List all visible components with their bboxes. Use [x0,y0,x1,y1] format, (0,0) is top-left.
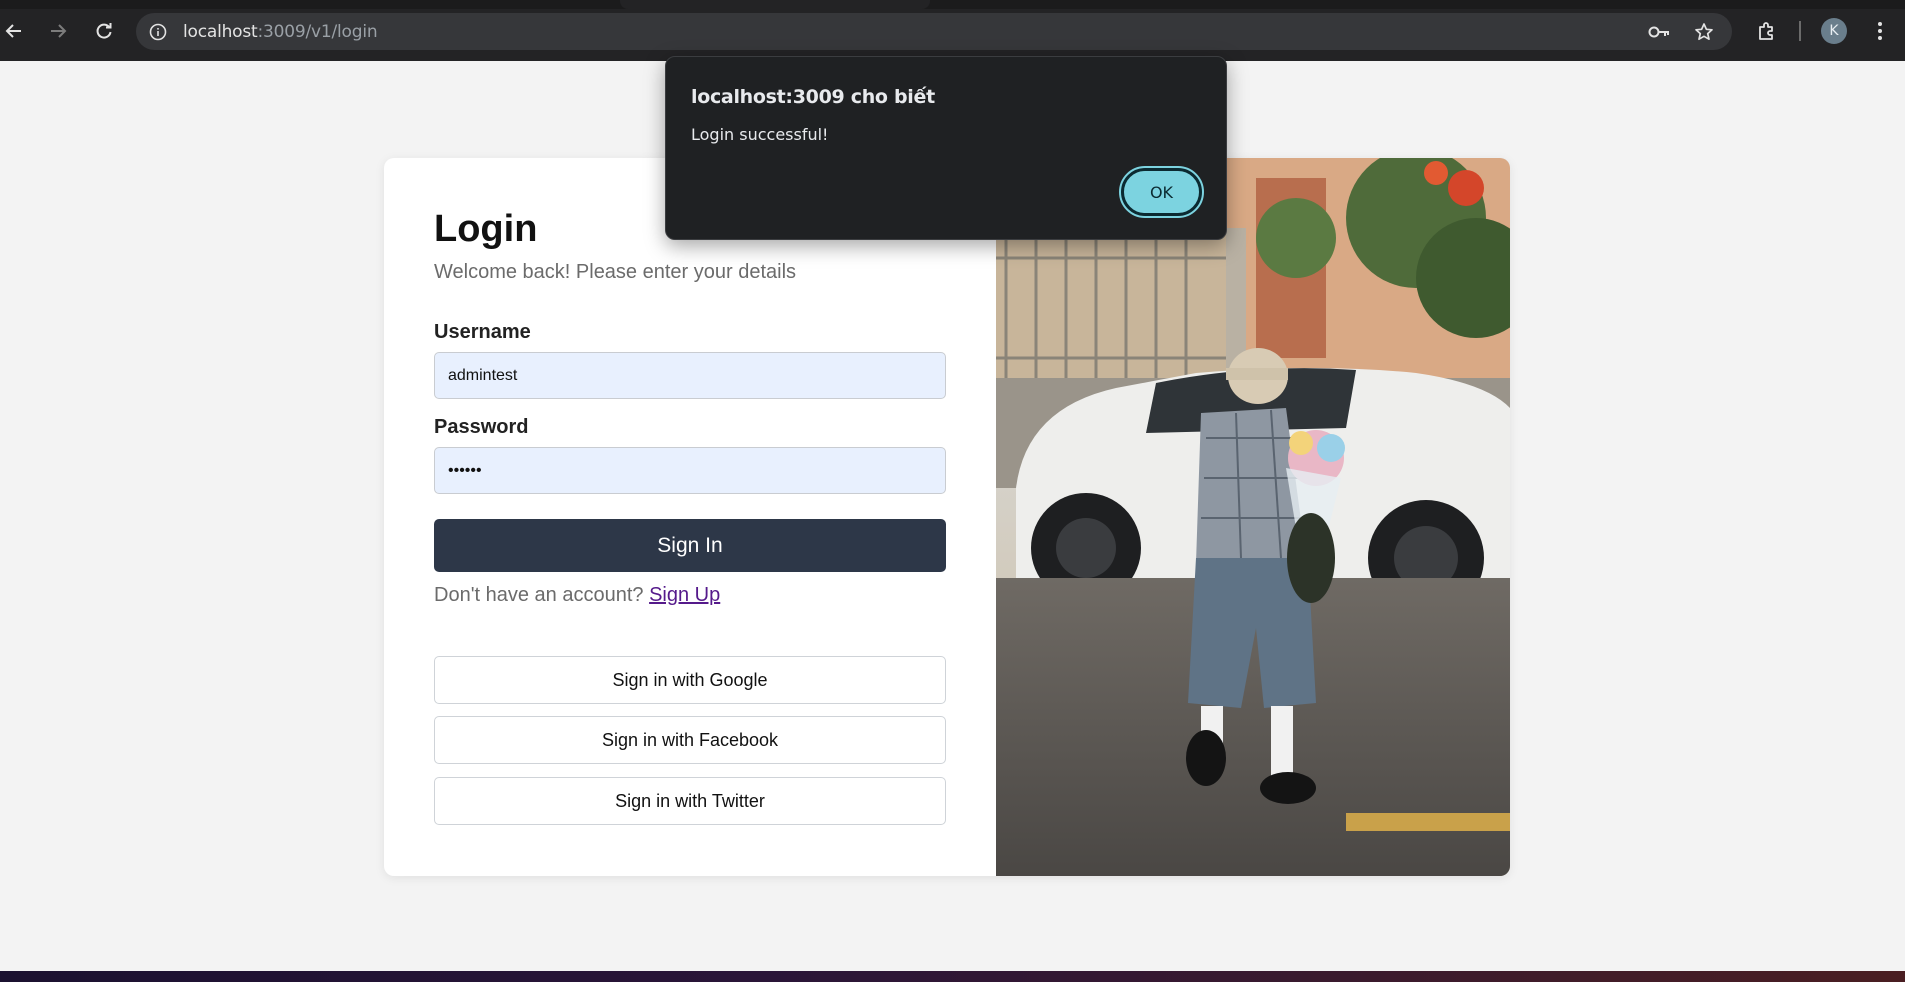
alert-ok-button[interactable]: OK [1119,166,1204,218]
url-text[interactable]: localhost:3009/v1/login [183,22,378,42]
extensions-icon[interactable] [1753,17,1781,45]
alert-message: Login successful! [691,125,829,144]
login-photo [996,158,1510,876]
tab-strip [0,0,1905,9]
page-title: Login [434,208,538,250]
url-path: :3009/v1/login [257,22,378,42]
no-account-text: Don't have an account? [434,584,644,606]
address-bar[interactable]: localhost:3009/v1/login [136,13,1732,50]
google-signin-button[interactable]: Sign in with Google [434,656,946,704]
password-key-icon[interactable] [1648,21,1670,43]
back-arrow-icon[interactable] [0,17,28,45]
login-form: Login Welcome back! Please enter your de… [384,158,996,876]
reload-icon[interactable] [90,17,118,45]
page-subtitle: Welcome back! Please enter your details [434,261,797,283]
login-card: Login Welcome back! Please enter your de… [384,158,1510,876]
browser-toolbar: localhost:3009/v1/login K [0,0,1905,61]
alert-dialog: localhost:3009 cho biết Login successful… [665,56,1227,240]
signup-prompt: Don't have an account? Sign Up [434,584,720,607]
username-input[interactable] [434,352,946,399]
sign-up-link[interactable]: Sign Up [649,584,720,606]
alert-title: localhost:3009 cho biết [691,86,935,108]
password-input[interactable] [434,447,946,494]
facebook-signin-button[interactable]: Sign in with Facebook [434,716,946,764]
street-photo-illustration [996,158,1510,876]
bookmark-star-icon[interactable] [1693,21,1715,43]
forward-arrow-icon[interactable] [44,17,72,45]
active-tab-edge [620,0,930,9]
profile-avatar[interactable]: K [1821,18,1847,44]
kebab-menu-icon[interactable] [1866,17,1894,45]
password-label: Password [434,416,529,438]
twitter-signin-button[interactable]: Sign in with Twitter [434,777,946,825]
toolbar-divider [1799,21,1801,41]
sign-in-button[interactable]: Sign In [434,519,946,572]
taskbar-edge [0,971,1905,982]
site-info-icon[interactable] [148,22,168,42]
username-label: Username [434,321,531,343]
url-host: localhost [183,22,258,42]
